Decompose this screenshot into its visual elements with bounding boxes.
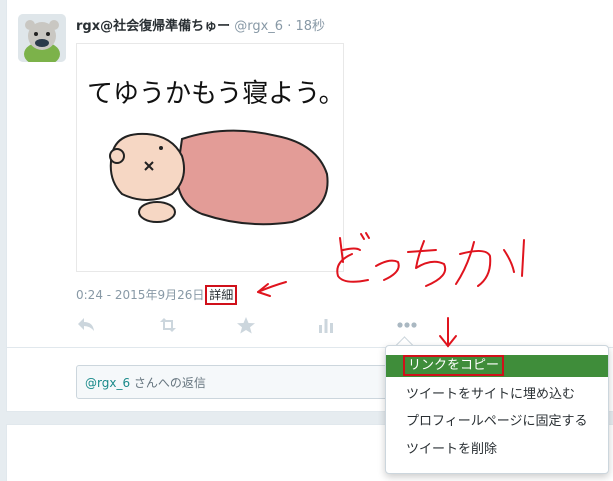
image-caption: てゆうかもう寝よう。 [87, 79, 343, 109]
tweet-header: rgx@社会復帰準備ちゅー @rgx_6 · 18秒 [76, 15, 325, 34]
analytics-icon[interactable] [316, 316, 338, 336]
reply-input[interactable]: @rgx_6 さんへの返信 [76, 365, 406, 399]
menu-item-label: リンクをコピー [402, 355, 505, 376]
tweet-meta: 0:24 - 2015年9月26日 詳細 [76, 285, 238, 305]
reply-placeholder: さんへの返信 [130, 376, 206, 390]
menu-item-pin[interactable]: プロフィールページに固定する [386, 411, 608, 433]
menu-item-embed[interactable]: ツイートをサイトに埋め込む [386, 384, 608, 406]
details-link[interactable]: 詳細 [205, 285, 238, 305]
more-menu: リンクをコピー ツイートをサイトに埋め込む プロフィールページに固定する ツイー… [385, 345, 609, 474]
favorite-icon[interactable] [236, 316, 258, 336]
user-handle[interactable]: @rgx_6 [234, 19, 283, 34]
tweet-actions [76, 316, 426, 336]
tweet-image[interactable]: てゆうかもう寝よう。 [76, 43, 345, 272]
more-icon[interactable] [396, 316, 418, 336]
reply-icon[interactable] [76, 316, 98, 336]
menu-item-delete[interactable]: ツイートを削除 [386, 439, 608, 461]
tweet-time[interactable]: 18秒 [296, 19, 326, 34]
tweet-timestamp: 0:24 - 2015年9月26日 [76, 288, 205, 302]
reply-mention: @rgx_6 [85, 376, 131, 390]
separator-dot: · [287, 19, 292, 34]
display-name[interactable]: rgx@社会復帰準備ちゅー [76, 19, 230, 34]
retweet-icon[interactable] [158, 316, 180, 336]
menu-item-copy-link[interactable]: リンクをコピー [386, 355, 608, 377]
avatar[interactable] [18, 14, 66, 62]
